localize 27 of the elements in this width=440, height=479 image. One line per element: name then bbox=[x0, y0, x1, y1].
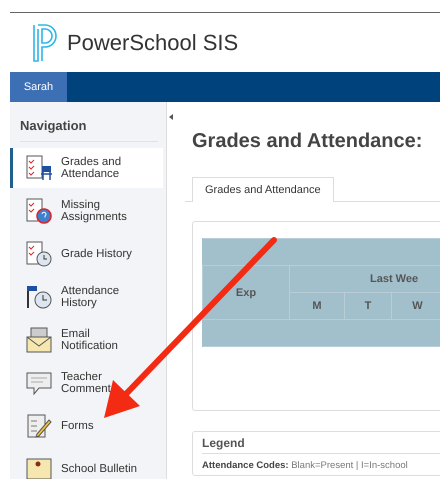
column-header: M bbox=[290, 292, 344, 320]
sidebar-item[interactable]: Email Notification bbox=[10, 320, 163, 360]
checklist-icon bbox=[25, 154, 53, 182]
tab[interactable]: Grades and Attendance bbox=[192, 177, 334, 202]
sidebar-item[interactable]: Grade History bbox=[10, 234, 163, 274]
sidebar-item[interactable]: Grades and Attendance bbox=[10, 148, 163, 188]
legend-title: Legend bbox=[202, 436, 440, 454]
attendance-codes: Attendance Codes: Blank=Present | I=In-school bbox=[202, 460, 409, 471]
column-header: Exp bbox=[202, 266, 290, 320]
sidebar-item[interactable]: School Bulletin bbox=[10, 449, 163, 479]
checklist-icon bbox=[25, 197, 53, 225]
sidebar-item[interactable]: Attendance History bbox=[10, 277, 163, 317]
sidebar-item[interactable]: Teacher Comment bbox=[10, 363, 163, 403]
form-pencil-icon bbox=[25, 412, 53, 440]
brand-name: PowerSchool SIS bbox=[67, 30, 238, 56]
sidebar-item[interactable]: Forms bbox=[10, 406, 163, 446]
collapse-icon[interactable] bbox=[168, 114, 174, 120]
sidebar-title: Navigation bbox=[20, 102, 158, 142]
clock-icon bbox=[25, 283, 53, 311]
page-title: Grades and Attendance: bbox=[192, 130, 424, 153]
sidebar-item[interactable]: Missing Assignments bbox=[10, 191, 163, 231]
logo-icon bbox=[32, 22, 58, 62]
user-tab[interactable]: Sarah bbox=[10, 72, 67, 102]
column-header: T bbox=[344, 292, 392, 320]
column-header: Last Wee bbox=[370, 273, 418, 285]
clock-icon bbox=[25, 240, 53, 268]
envelope-icon bbox=[25, 326, 53, 354]
